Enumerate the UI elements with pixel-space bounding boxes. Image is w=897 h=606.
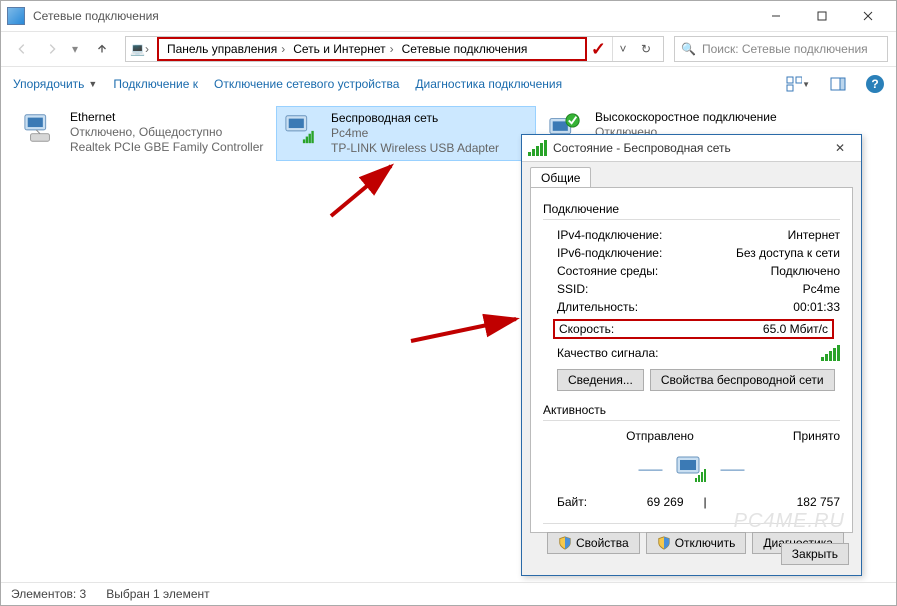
speed-value: 65.0 Мбит/с	[763, 322, 828, 336]
connection-device: TP-LINK Wireless USB Adapter	[331, 141, 499, 156]
chevron-right-icon: ›	[145, 42, 149, 56]
refresh-button[interactable]: ↻	[633, 37, 659, 61]
media-label: Состояние среды:	[557, 262, 658, 280]
signal-icon	[528, 140, 547, 156]
connection-name: Беспроводная сеть	[331, 111, 499, 126]
tab-general[interactable]: Общие	[530, 167, 591, 188]
disable-device-button[interactable]: Отключение сетевого устройства	[214, 77, 399, 91]
wireless-properties-button[interactable]: Свойства беспроводной сети	[650, 369, 835, 391]
connection-wireless[interactable]: Беспроводная сеть Pc4me TP-LINK Wireless…	[276, 106, 536, 161]
status-dialog: Состояние - Беспроводная сеть ✕ Общие По…	[521, 134, 862, 576]
forward-button[interactable]	[39, 36, 65, 62]
recv-header: Принято	[793, 427, 840, 445]
status-bar: Элементов: 3 Выбран 1 элемент	[1, 582, 896, 605]
media-value: Подключено	[771, 262, 840, 280]
connection-name: Ethernet	[70, 110, 263, 125]
breadcrumb-item[interactable]: Панель управления›	[163, 42, 289, 56]
breadcrumb[interactable]: 💻 › Панель управления› Сеть и Интернет› …	[125, 36, 664, 62]
maximize-button[interactable]	[800, 2, 844, 30]
details-pane-button[interactable]	[826, 72, 850, 96]
breadcrumb-highlight: Панель управления› Сеть и Интернет› Сете…	[157, 37, 587, 61]
back-button[interactable]	[9, 36, 35, 62]
breadcrumb-item[interactable]: Сеть и Интернет›	[289, 42, 397, 56]
arrow-annotation	[406, 301, 526, 351]
close-button[interactable]	[846, 2, 890, 30]
dialog-title: Состояние - Беспроводная сеть	[553, 141, 825, 155]
bytes-sent: 69 269	[627, 493, 704, 511]
ssid-value: Pc4me	[803, 280, 840, 298]
selection-count: Выбран 1 элемент	[106, 587, 209, 601]
connection-status: Отключено, Общедоступно	[70, 125, 263, 140]
duration-value: 00:01:33	[793, 298, 840, 316]
up-button[interactable]	[89, 36, 115, 62]
ipv4-label: IPv4-подключение:	[557, 226, 662, 244]
help-button[interactable]: ?	[866, 75, 884, 93]
checkmark-annotation: ✓	[591, 39, 606, 60]
bytes-recv: 182 757	[784, 493, 841, 511]
organize-button[interactable]: Упорядочить▼	[13, 77, 97, 91]
close-button[interactable]: Закрыть	[781, 543, 849, 565]
ipv4-value: Интернет	[788, 226, 840, 244]
search-placeholder: Поиск: Сетевые подключения	[702, 42, 868, 56]
view-icons-button[interactable]: ▼	[786, 72, 810, 96]
connection-device: Realtek PCIe GBE Family Controller	[70, 140, 263, 155]
history-dropdown[interactable]: ▾	[69, 42, 81, 56]
toolbar: Упорядочить▼ Подключение к Отключение се…	[1, 67, 896, 102]
window-title: Сетевые подключения	[33, 9, 754, 23]
connect-button[interactable]: Подключение к	[113, 77, 198, 91]
sent-header: Отправлено	[626, 427, 714, 445]
wifi-icon	[281, 111, 321, 147]
app-icon	[7, 7, 25, 25]
diagnose-button[interactable]: Диагностика подключения	[415, 77, 562, 91]
dialog-title-bar[interactable]: Состояние - Беспроводная сеть ✕	[522, 135, 861, 162]
tab-body: Подключение IPv4-подключение: Интернет IP…	[530, 187, 853, 533]
connection-name: Высокоскоростное подключение	[595, 110, 777, 125]
speed-label: Скорость:	[559, 322, 614, 336]
speed-highlight: Скорость: 65.0 Мбит/с	[553, 319, 834, 339]
arrow-annotation	[321, 156, 411, 226]
ipv6-label: IPv6-подключение:	[557, 244, 662, 262]
properties-button[interactable]: Свойства	[547, 532, 640, 554]
signal-bars-icon	[821, 345, 840, 361]
tab-strip: Общие	[522, 162, 861, 188]
breadcrumb-dropdown[interactable]: ˅	[613, 37, 633, 61]
connection-ethernet[interactable]: Ethernet Отключено, Общедоступно Realtek…	[16, 106, 259, 159]
disable-button[interactable]: Отключить	[646, 532, 747, 554]
signal-quality-label: Качество сигнала:	[557, 346, 658, 360]
nav-bar: ▾ 💻 › Панель управления› Сеть и Интернет…	[1, 32, 896, 67]
duration-label: Длительность:	[557, 298, 638, 316]
ssid-label: SSID:	[557, 280, 588, 298]
activity-graphic: —— ——	[543, 453, 840, 485]
connection-ssid: Pc4me	[331, 126, 499, 141]
pc-icon: 💻	[130, 42, 145, 56]
details-button[interactable]: Сведения...	[557, 369, 644, 391]
search-icon: 🔍	[681, 42, 696, 56]
ipv6-value: Без доступа к сети	[736, 244, 840, 262]
breadcrumb-item[interactable]: Сетевые подключения	[398, 42, 532, 56]
search-input[interactable]: 🔍 Поиск: Сетевые подключения	[674, 36, 888, 62]
watermark: PC4ME.RU	[734, 510, 845, 533]
group-connection: Подключение	[543, 202, 840, 216]
item-count: Элементов: 3	[11, 587, 86, 601]
group-activity: Активность	[543, 403, 840, 417]
title-bar: Сетевые подключения	[1, 1, 896, 32]
minimize-button[interactable]	[754, 2, 798, 30]
ethernet-icon	[20, 110, 60, 146]
dialog-close-button[interactable]: ✕	[825, 141, 855, 155]
bytes-label: Байт:	[557, 493, 627, 511]
